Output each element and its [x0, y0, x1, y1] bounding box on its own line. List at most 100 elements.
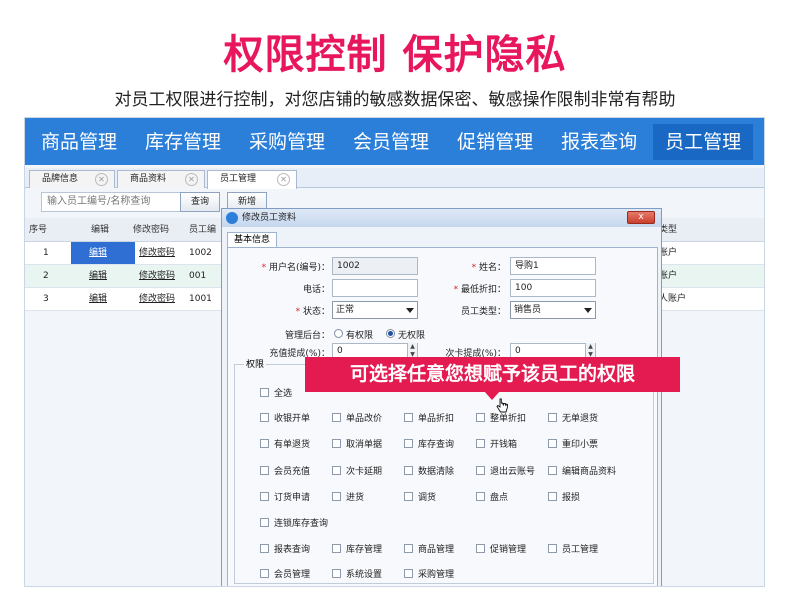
tab-close-icon[interactable]: ✕ [185, 173, 198, 186]
perm-checkbox[interactable]: 无单退货 [548, 411, 598, 424]
perm-checkbox[interactable]: 重印小票 [548, 437, 598, 450]
cell-staff-id: 001 [189, 271, 207, 281]
discount-label: * 最低折扣： [453, 285, 506, 295]
phone-field[interactable] [332, 279, 418, 297]
nav-item-promotion[interactable]: 促销管理 [445, 124, 545, 160]
search-input[interactable]: 输入员工编号/名称查询 [41, 192, 196, 212]
perm-checkbox[interactable]: 系统设置 [332, 567, 382, 580]
status-label: * 状态： [295, 307, 330, 317]
name-label: * 姓名： [471, 263, 506, 273]
edit-staff-dialog: 修改员工资料 x 基本信息 * 用户名(编号)： 1002 * 姓名： 导购1 … [221, 208, 662, 586]
user-id-field[interactable]: 1002 [332, 257, 418, 275]
edit-link[interactable]: 编辑 [89, 242, 107, 265]
cell-type: 人账户 [659, 294, 687, 304]
perm-checkbox[interactable]: 员工管理 [548, 542, 598, 555]
query-button[interactable]: 查询 [180, 192, 220, 212]
nav-item-purchase[interactable]: 采购管理 [237, 124, 337, 160]
dialog-title: 修改员工资料 [242, 213, 297, 223]
col-header-no: 序号 [29, 225, 48, 235]
app-window: 商品管理 库存管理 采购管理 会员管理 促销管理 报表查询 员工管理 品牌信息 … [24, 117, 765, 587]
tab-basic-info[interactable]: 基本信息 [227, 232, 277, 248]
perm-checkbox[interactable]: 采购管理 [404, 567, 454, 580]
status-value: 正常 [336, 305, 355, 315]
permissions-legend: 权限 [244, 357, 267, 370]
tab-goods-data[interactable]: 商品资料 ✕ [117, 170, 205, 188]
perm-checkbox[interactable]: 订货申请 [260, 490, 310, 503]
perm-checkbox[interactable]: 会员管理 [260, 567, 310, 580]
perm-checkbox[interactable]: 数据清除 [404, 464, 454, 477]
dialog-body: * 用户名(编号)： 1002 * 姓名： 导购1 电话： * 最低折扣： 10… [227, 247, 658, 586]
perm-checkbox[interactable]: 库存管理 [332, 542, 382, 555]
nav-item-staff[interactable]: 员工管理 [653, 123, 754, 160]
cell-no: 1 [43, 248, 49, 258]
tab-strip: 品牌信息 ✕ 商品资料 ✕ 员工管理 ✕ [25, 168, 764, 189]
status-select[interactable]: 正常 [332, 301, 418, 319]
perm-checkbox[interactable]: 单品折扣 [404, 411, 454, 424]
cell-no: 2 [43, 271, 49, 281]
recharge-commission-value: 0 [337, 346, 343, 356]
perm-checkbox[interactable]: 收银开单 [260, 411, 310, 424]
cell-staff-id: 1002 [189, 248, 212, 258]
col-header-edit: 编辑 [91, 225, 110, 235]
select-all-checkbox[interactable]: 全选 [260, 386, 292, 399]
tab-label: 员工管理 [220, 174, 257, 184]
perm-checkbox[interactable]: 单品改价 [332, 411, 382, 424]
edit-link[interactable]: 编辑 [89, 265, 107, 288]
top-nav: 商品管理 库存管理 采购管理 会员管理 促销管理 报表查询 员工管理 [25, 118, 764, 165]
staff-type-label: 员工类型： [460, 307, 506, 317]
cell-staff-id: 1001 [189, 294, 212, 304]
name-field[interactable]: 导购1 [510, 257, 596, 275]
nav-item-inventory[interactable]: 库存管理 [133, 124, 233, 160]
tab-label: 商品资料 [130, 174, 167, 184]
dialog-close-icon[interactable]: x [627, 211, 655, 224]
col-header-password: 修改密码 [133, 225, 170, 235]
backend-yes-label: 有权限 [346, 331, 374, 341]
dropdown-arrow-icon [584, 308, 592, 313]
perm-checkbox[interactable]: 次卡延期 [332, 464, 382, 477]
nav-item-members[interactable]: 会员管理 [341, 124, 441, 160]
perm-checkbox[interactable]: 商品管理 [404, 542, 454, 555]
perm-checkbox[interactable]: 开钱箱 [476, 437, 517, 450]
change-password-link[interactable]: 修改密码 [139, 265, 175, 288]
backend-no-label: 无权限 [398, 331, 426, 341]
dropdown-arrow-icon [406, 308, 414, 313]
tab-staff-management[interactable]: 员工管理 ✕ [207, 170, 297, 189]
change-password-link[interactable]: 修改密码 [139, 242, 175, 265]
perm-checkbox[interactable]: 编辑商品资料 [548, 464, 616, 477]
staff-type-value: 销售员 [514, 305, 542, 315]
col-header-staff-id: 员工编 [189, 225, 217, 235]
backend-yes-radio[interactable] [334, 329, 343, 338]
perm-checkbox[interactable]: 盘点 [476, 490, 508, 503]
dialog-logo-icon [226, 212, 238, 224]
perm-checkbox[interactable]: 库存查询 [404, 437, 454, 450]
staff-type-select[interactable]: 销售员 [510, 301, 596, 319]
perm-checkbox[interactable]: 调货 [404, 490, 436, 503]
perm-checkbox[interactable]: 取消单据 [332, 437, 382, 450]
tab-close-icon[interactable]: ✕ [277, 173, 290, 186]
cursor-pointer-icon [496, 398, 508, 413]
perm-checkbox[interactable]: 连锁库存查询 [260, 516, 328, 529]
promo-banner: 可选择任意您想赋予该员工的权限 [305, 357, 680, 392]
tab-close-icon[interactable]: ✕ [95, 173, 108, 186]
perm-checkbox[interactable]: 促销管理 [476, 542, 526, 555]
phone-label: 电话： [302, 285, 330, 295]
card-commission-value: 0 [515, 346, 521, 356]
dialog-title-bar: 修改员工资料 x [222, 209, 661, 227]
tab-label: 品牌信息 [42, 174, 79, 184]
backend-no-radio[interactable] [386, 329, 395, 338]
perm-checkbox[interactable]: 会员充值 [260, 464, 310, 477]
perm-checkbox[interactable]: 退出云账号 [476, 464, 535, 477]
change-password-link[interactable]: 修改密码 [139, 288, 175, 311]
perm-checkbox[interactable]: 报表查询 [260, 542, 310, 555]
nav-item-goods[interactable]: 商品管理 [29, 124, 129, 160]
perm-checkbox[interactable]: 有单退货 [260, 437, 310, 450]
tab-brand-info[interactable]: 品牌信息 ✕ [29, 170, 115, 188]
user-label: * 用户名(编号)： [261, 263, 330, 273]
perm-checkbox[interactable]: 报损 [548, 490, 580, 503]
nav-item-reports[interactable]: 报表查询 [549, 124, 649, 160]
backend-label: 管理后台： [284, 331, 330, 341]
subline: 对员工权限进行控制，对您店铺的敏感数据保密、敏感操作限制非常有帮助 [114, 90, 676, 110]
min-discount-field[interactable]: 100 [510, 279, 596, 297]
edit-link[interactable]: 编辑 [89, 288, 107, 311]
perm-checkbox[interactable]: 进货 [332, 490, 364, 503]
